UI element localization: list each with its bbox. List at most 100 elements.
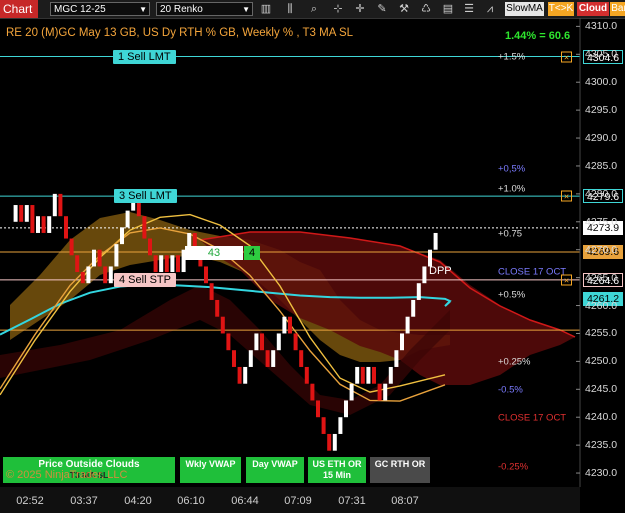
renko-brick [237, 366, 242, 384]
x-tick-label: 06:44 [231, 495, 259, 507]
percent-level-label: +1.0% [498, 183, 526, 195]
renko-brick [52, 193, 57, 217]
renko-brick [248, 350, 253, 367]
cancel-order-icon[interactable]: × [561, 190, 572, 202]
percent-level-label: +0,5% [498, 163, 526, 175]
x-tick-label: 02:52 [16, 495, 44, 507]
x-tick-label: 08:07 [391, 495, 419, 507]
cancel-order-icon[interactable]: × [561, 51, 572, 63]
renko-brick [433, 232, 438, 250]
renko-brick [260, 333, 264, 351]
order-label[interactable]: 4 Sell STP [114, 272, 176, 287]
renko-brick [321, 417, 326, 434]
renko-brick [416, 283, 421, 300]
renko-brick [232, 350, 236, 367]
renko-brick [316, 400, 320, 418]
renko-brick [36, 216, 40, 233]
renko-brick [153, 255, 158, 273]
renko-brick [383, 383, 388, 401]
y-tick-label: 4290.0 [585, 132, 618, 145]
weekly-vwap-button[interactable]: Wkly VWAP [180, 457, 241, 483]
renko-brick [41, 216, 46, 233]
renko-brick [13, 205, 18, 222]
gc-rth-or-button[interactable]: GC RTH OR [370, 457, 430, 483]
renko-brick [75, 255, 80, 273]
y-tick-label: 4245.0 [585, 383, 618, 396]
chart-title: RE 20 (M)GC May 13 GB, US Dy RTH % GB, W… [6, 27, 354, 39]
y-tick-label: 4240.0 [585, 411, 618, 424]
renko-brick [293, 333, 298, 351]
renko-brick [394, 350, 399, 367]
renko-brick [282, 316, 287, 334]
y-tick-label: 4310.0 [585, 20, 618, 33]
renko-brick [388, 366, 393, 384]
copyright-text: © 2025 NinjaTrader, LLC [6, 469, 128, 481]
percent-measure: 1.44% = 60.6 [505, 30, 571, 42]
us-eth-or-button[interactable]: US ETH OR 15 Min [308, 457, 366, 483]
percent-level-label: -0.5% [498, 384, 523, 396]
order-label[interactable]: 3 Sell LMT [114, 189, 177, 204]
renko-brick [310, 383, 315, 401]
y-tick-label: 4235.0 [585, 439, 618, 452]
renko-brick [209, 283, 214, 300]
renko-brick [47, 216, 52, 233]
renko-brick [80, 272, 85, 284]
renko-brick [30, 205, 35, 233]
renko-brick [405, 316, 410, 334]
y-tick-label: 4280.0 [585, 187, 618, 200]
x-tick-label: 07:31 [338, 495, 366, 507]
renko-brick [114, 244, 119, 267]
y-tick-label: 4270.0 [585, 243, 618, 256]
x-tick-label: 04:20 [124, 495, 152, 507]
percent-level-label: +0.25% [498, 356, 531, 368]
renko-brick [204, 266, 208, 284]
renko-brick [24, 205, 29, 222]
day-vwap-button[interactable]: Day VWAP [246, 457, 304, 483]
x-tick-label: 03:37 [70, 495, 98, 507]
renko-brick [265, 350, 270, 367]
y-tick-label: 4265.0 [585, 271, 618, 284]
renko-brick [108, 266, 113, 284]
renko-brick [400, 333, 404, 351]
renko-brick [411, 299, 416, 317]
renko-brick [366, 366, 371, 384]
renko-brick [170, 255, 175, 273]
renko-brick [338, 417, 343, 434]
price-chart[interactable] [0, 0, 625, 513]
renko-brick [103, 266, 108, 284]
renko-brick [355, 366, 360, 384]
renko-brick [344, 400, 348, 418]
renko-brick [422, 266, 427, 284]
x-tick-label: 07:09 [284, 495, 312, 507]
renko-brick [349, 383, 354, 401]
percent-level-label: CLOSE 17 OCT [498, 412, 567, 424]
y-tick-label: 4260.0 [585, 299, 618, 312]
renko-brick [226, 333, 231, 351]
renko-brick [327, 433, 332, 451]
renko-brick [97, 249, 102, 267]
x-tick-label: 06:10 [177, 495, 205, 507]
y-tick-label: 4295.0 [585, 104, 618, 117]
renko-brick [360, 366, 365, 384]
renko-brick [271, 350, 276, 367]
renko-brick [125, 210, 130, 228]
renko-brick [428, 249, 432, 267]
y-tick-label: 4250.0 [585, 355, 618, 368]
renko-brick [69, 238, 74, 256]
y-tick-label: 4275.0 [585, 215, 618, 228]
renko-brick [220, 316, 225, 334]
renko-brick [332, 433, 337, 451]
renko-brick [288, 316, 292, 334]
renko-brick [120, 227, 124, 245]
renko-brick [92, 249, 96, 267]
counter-left: 43 [185, 246, 243, 260]
counter-right: 4 [244, 246, 260, 260]
y-tick-label: 4285.0 [585, 159, 618, 172]
renko-brick [254, 333, 259, 351]
renko-brick [86, 266, 91, 284]
percent-level-label: +0.5% [498, 289, 526, 301]
renko-brick [299, 350, 304, 367]
y-tick-label: 4305.0 [585, 48, 618, 61]
percent-level-label: +0.75 [498, 228, 523, 240]
order-label[interactable]: 1 Sell LMT [113, 49, 176, 64]
